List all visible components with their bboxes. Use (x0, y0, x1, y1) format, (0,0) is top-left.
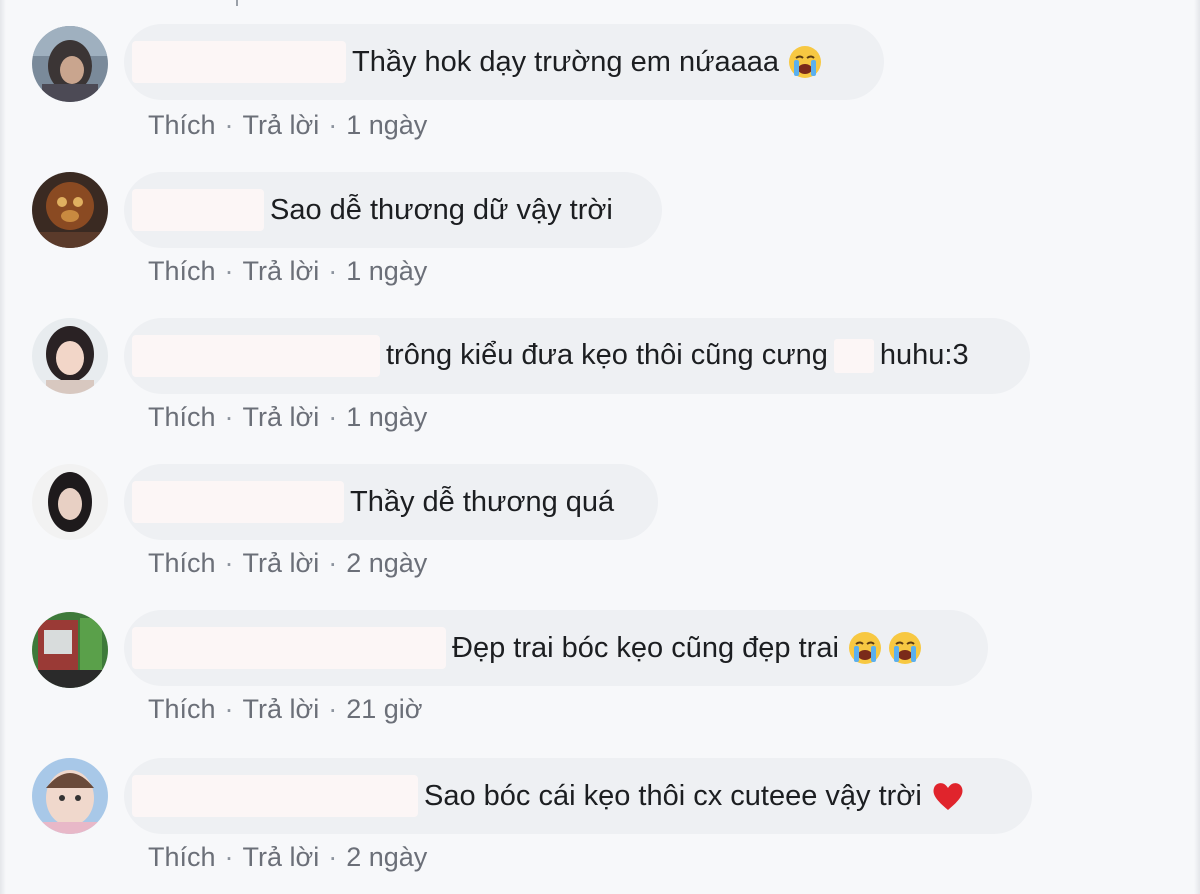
redacted-author-name (132, 335, 380, 377)
comment-text: Thầy dễ thương quá (350, 485, 615, 518)
reply-link[interactable]: Trả lời (243, 110, 320, 140)
separator: · (328, 694, 338, 724)
red-heart-icon (933, 783, 963, 810)
comment-actions: Thích · Trả lời · 1 ngày (148, 402, 427, 433)
avatar[interactable] (32, 318, 108, 394)
comment-actions: Thích · Trả lời · 21 giờ (148, 694, 423, 725)
comment-time[interactable]: 1 ngày (346, 402, 427, 432)
reply-link[interactable]: Trả lời (243, 694, 320, 724)
like-link[interactable]: Thích (148, 402, 216, 432)
comment-bubble: Sao dễ thương dữ vậy trời (124, 172, 662, 248)
comment-time[interactable]: 1 ngày (346, 110, 427, 140)
redacted-author-name (132, 627, 446, 669)
reply-link[interactable]: Trả lời (243, 256, 320, 286)
comment-text: Sao dễ thương dữ vậy trời (270, 193, 613, 226)
previous-comment-remnant (236, 0, 238, 6)
like-link[interactable]: Thích (148, 256, 216, 286)
redacted-author-name (132, 481, 344, 523)
comment-bubble: Đẹp trai bóc kẹo cũng đẹp trai (124, 610, 988, 686)
separator: · (328, 842, 338, 872)
like-link[interactable]: Thích (148, 694, 216, 724)
comment-actions: Thích · Trả lời · 2 ngày (148, 842, 427, 873)
separator: · (224, 694, 234, 724)
like-link[interactable]: Thích (148, 842, 216, 872)
separator: · (224, 548, 234, 578)
page-right-edge (1194, 0, 1200, 894)
avatar[interactable] (32, 758, 108, 834)
comment-actions: Thích · Trả lời · 1 ngày (148, 256, 427, 287)
comment-time[interactable]: 2 ngày (346, 548, 427, 578)
comment-actions: Thích · Trả lời · 1 ngày (148, 110, 427, 141)
reply-link[interactable]: Trả lời (243, 548, 320, 578)
comment-text: Thầy hok dạy trường em nứaaaa (352, 45, 780, 78)
separator: · (328, 402, 338, 432)
reply-link[interactable]: Trả lời (243, 842, 320, 872)
comment-bubble: Thầy hok dạy trường em nứaaaa (124, 24, 884, 100)
page-left-edge (0, 0, 6, 894)
comment-text: trông kiểu đưa kẹo thôi cũng cưng huhu:3 (386, 338, 969, 374)
avatar[interactable] (32, 612, 108, 688)
comment-text: Đẹp trai bóc kẹo cũng đẹp trai (452, 631, 839, 664)
like-link[interactable]: Thích (148, 110, 216, 140)
comment-time[interactable]: 1 ngày (346, 256, 427, 286)
separator: · (224, 256, 234, 286)
crying-face-icon (789, 46, 822, 78)
crying-face-icon (848, 632, 881, 664)
separator: · (224, 402, 234, 432)
avatar[interactable] (32, 464, 108, 540)
separator: · (224, 110, 234, 140)
crying-face-icon (888, 632, 921, 664)
comment-text: Sao bóc cái kẹo thôi cx cuteee vậy trời (424, 779, 922, 812)
comment-text-part: trông kiểu đưa kẹo thôi cũng cưng (386, 338, 828, 371)
avatar[interactable] (32, 26, 108, 102)
redacted-author-name (132, 775, 418, 817)
comment-bubble: Thầy dễ thương quá (124, 464, 658, 540)
avatar[interactable] (32, 172, 108, 248)
comment-bubble: trông kiểu đưa kẹo thôi cũng cưng huhu:3 (124, 318, 1030, 394)
comment-time[interactable]: 2 ngày (346, 842, 427, 872)
comment-text-part: huhu:3 (879, 338, 969, 371)
separator: · (224, 842, 234, 872)
comment-time[interactable]: 21 giờ (346, 694, 422, 724)
like-link[interactable]: Thích (148, 548, 216, 578)
comment-actions: Thích · Trả lời · 2 ngày (148, 548, 427, 579)
comment-bubble: Sao bóc cái kẹo thôi cx cuteee vậy trời (124, 758, 1032, 834)
reply-link[interactable]: Trả lời (243, 402, 320, 432)
separator: · (328, 256, 338, 286)
redacted-author-name (132, 189, 264, 231)
separator: · (328, 110, 338, 140)
redacted-mention (833, 339, 874, 374)
redacted-author-name (132, 41, 346, 83)
separator: · (328, 548, 338, 578)
